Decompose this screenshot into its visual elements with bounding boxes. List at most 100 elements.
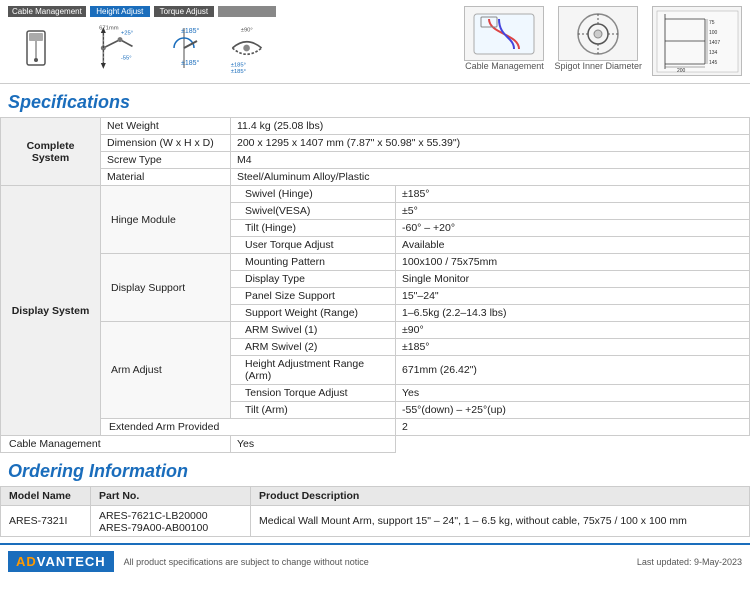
cable-management-icon-box: Cable Management [8, 6, 86, 77]
footer: ADVANTECH All product specifications are… [0, 543, 750, 578]
swivel-svg: ±90° ±185° ±185° [222, 23, 272, 73]
arm-swivel1-value: ±90° [396, 322, 750, 339]
cable-mgmt-diagram: Cable Management [464, 6, 544, 76]
table-row: Complete System Net Weight 11.4 kg (25.0… [1, 118, 750, 135]
footer-date: Last updated: 9-May-2023 [637, 557, 742, 567]
spigot-rect [558, 6, 638, 61]
top-icons: Cable Management Height Adjust [8, 6, 276, 77]
dimension-value: 200 x 1295 x 1407 mm (7.87" x 50.98" x 5… [231, 135, 750, 152]
table-row: Screw Type M4 [1, 152, 750, 169]
table-row: Arm Adjust ARM Swivel (1) ±90° [1, 322, 750, 339]
tech-drawing-rect: 1407 75 100 134 145 200 [652, 6, 742, 76]
swivel-vesa-value: ±5° [396, 203, 750, 220]
tension-torque-label: Tension Torque Adjust [231, 385, 396, 402]
svg-text:±185°: ±185° [231, 62, 246, 68]
table-row: Dimension (W x H x D) 200 x 1295 x 1407 … [1, 135, 750, 152]
svg-text:200: 200 [677, 68, 686, 74]
extended-arm-value: 2 [396, 419, 750, 436]
spigot-svg [563, 9, 633, 59]
specs-table: Complete System Net Weight 11.4 kg (25.0… [0, 117, 750, 453]
dimension-label: Dimension (W x H x D) [101, 135, 231, 152]
svg-text:1407: 1407 [709, 40, 720, 46]
material-value: Steel/Aluminum Alloy/Plastic [231, 169, 750, 186]
part-no-2: ARES-79A00-AB00100 [99, 522, 242, 534]
cable-mgmt-spec-label: Cable Management [1, 436, 231, 453]
swivel-hinge-label: Swivel (Hinge) [231, 186, 396, 203]
svg-text:145: 145 [709, 60, 718, 66]
svg-text:671mm: 671mm [99, 26, 119, 32]
spigot-diagram-label: Spigot Inner Diameter [554, 61, 642, 71]
table-row: Display System Hinge Module Swivel (Hing… [1, 186, 750, 203]
ordering-title: Ordering Information [0, 453, 750, 486]
mounting-pattern-label: Mounting Pattern [231, 254, 396, 271]
complete-system-group: Complete System [1, 118, 101, 186]
cable-mgmt-rect [464, 6, 544, 61]
brand-ad: AD [16, 554, 37, 569]
top-section: Cable Management Height Adjust [0, 0, 750, 84]
specs-title: Specifications [0, 84, 750, 117]
torque-adjust-img: ±185° ±185° [155, 19, 213, 77]
svg-text:+25°: +25° [121, 31, 133, 37]
swivel-label [218, 6, 276, 17]
support-weight-value: 1–6.5kg (2.2–14.3 lbs) [396, 305, 750, 322]
user-torque-value: Available [396, 237, 750, 254]
display-type-value: Single Monitor [396, 271, 750, 288]
torque-adjust-label: Torque Adjust [154, 6, 214, 17]
hinge-module-subgroup: Hinge Module [101, 186, 231, 254]
table-row: Display Support Mounting Pattern 100x100… [1, 254, 750, 271]
table-row: Cable Management Yes [1, 436, 750, 453]
height-adj-arm-label: Height Adjustment Range (Arm) [231, 356, 396, 385]
footer-notice: All product specifications are subject t… [124, 557, 369, 567]
description-cell: Medical Wall Mount Arm, support 15" – 24… [251, 506, 750, 537]
arm-swivel1-label: ARM Swivel (1) [231, 322, 396, 339]
cable-mgmt-diagram-label: Cable Management [465, 61, 544, 71]
tech-drawing-box: 1407 75 100 134 145 200 [652, 6, 742, 76]
model-name-cell: ARES-7321I [1, 506, 91, 537]
tension-torque-value: Yes [396, 385, 750, 402]
tilt-hinge-label: Tilt (Hinge) [231, 220, 396, 237]
svg-text:±185°: ±185° [181, 27, 200, 35]
svg-text:±90°: ±90° [241, 27, 253, 33]
svg-text:75: 75 [709, 20, 715, 26]
display-system-group: Display System [1, 186, 101, 436]
torque-adjust-svg: ±185° ±185° [159, 23, 209, 73]
model-name-header: Model Name [1, 487, 91, 506]
svg-text:±185°: ±185° [181, 59, 200, 67]
swivel-hinge-value: ±185° [396, 186, 750, 203]
table-row: Material Steel/Aluminum Alloy/Plastic [1, 169, 750, 186]
svg-text:134: 134 [709, 50, 718, 56]
support-weight-label: Support Weight (Range) [231, 305, 396, 322]
part-no-cell: ARES-7621C-LB20000 ARES-79A00-AB00100 [91, 506, 251, 537]
cable-management-img [18, 19, 76, 77]
display-support-subgroup: Display Support [101, 254, 231, 322]
part-no-header: Part No. [91, 487, 251, 506]
cable-mgmt-spec-value: Yes [231, 436, 396, 453]
arm-adjust-subgroup: Arm Adjust [101, 322, 231, 419]
swivel-img: ±90° ±185° ±185° [218, 19, 276, 77]
tilt-arm-label: Tilt (Arm) [231, 402, 396, 419]
height-adjust-label: Height Adjust [90, 6, 150, 17]
height-adjust-img: +25° 671mm -55° [91, 19, 149, 77]
panel-size-label: Panel Size Support [231, 288, 396, 305]
user-torque-label: User Torque Adjust [231, 237, 396, 254]
svg-text:100: 100 [709, 30, 718, 36]
swivel-icon-box: ±90° ±185° ±185° [218, 6, 276, 77]
net-weight-label: Net Weight [101, 118, 231, 135]
torque-adjust-icon-box: Torque Adjust ±185° ±185° [154, 6, 214, 77]
svg-text:±185°: ±185° [231, 69, 246, 73]
display-type-label: Display Type [231, 271, 396, 288]
height-adjust-icon-box: Height Adjust +25° 671mm -55° [90, 6, 150, 77]
height-adj-arm-value: 671mm (26.42") [396, 356, 750, 385]
screw-type-label: Screw Type [101, 152, 231, 169]
arm-swivel2-label: ARM Swivel (2) [231, 339, 396, 356]
svg-text:-55°: -55° [121, 56, 132, 62]
brand-logo: ADVANTECH [8, 551, 114, 572]
extended-arm-label: Extended Arm Provided [101, 419, 396, 436]
mounting-pattern-value: 100x100 / 75x75mm [396, 254, 750, 271]
ordering-section: Ordering Information Model Name Part No.… [0, 453, 750, 537]
table-header-row: Model Name Part No. Product Description [1, 487, 750, 506]
part-no-1: ARES-7621C-LB20000 [99, 510, 242, 522]
net-weight-value: 11.4 kg (25.08 lbs) [231, 118, 750, 135]
cable-management-svg [22, 23, 72, 73]
cable-management-label: Cable Management [8, 6, 86, 17]
